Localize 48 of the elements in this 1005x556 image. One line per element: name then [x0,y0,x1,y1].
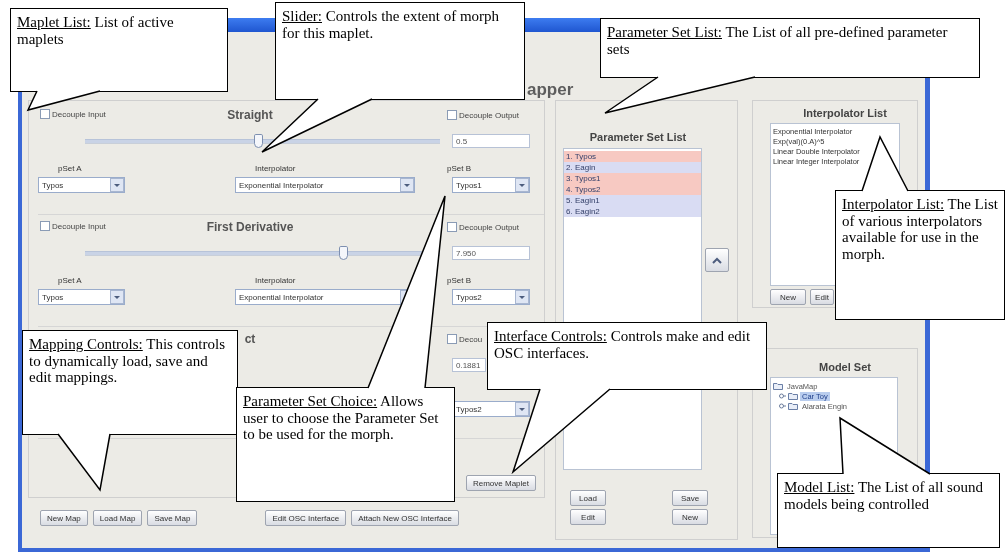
dropdown[interactable]: Exponential Interpolator [235,177,415,193]
list-item[interactable]: 4. Typos2 [564,184,701,195]
toolbar-button[interactable]: Save Map [147,510,198,526]
list-button[interactable]: Edit [570,509,606,525]
callout: Interpolator List: The List of various interpolators available for use in the morph. [835,190,1005,320]
toolbar-button[interactable]: New Map [40,510,88,526]
value-field[interactable]: 0.5 [452,134,530,148]
field-label: pSet B [447,276,471,285]
checkbox[interactable]: Decouple Output [447,110,520,120]
checkbox[interactable]: Decouple Output [447,222,520,232]
dropdown[interactable]: Typos [38,289,125,305]
field-label: pSet B [447,164,471,173]
toolbar-button[interactable]: Edit OSC Interface [265,510,347,526]
field-label: pSet A [58,276,82,285]
list-item[interactable]: 3. Typos1 [564,173,701,184]
checkbox[interactable]: Decou [447,334,483,344]
panel-title: Model Set [818,361,872,373]
list-button[interactable]: New [770,289,806,305]
maplet-title: Straight [227,108,273,122]
value-field[interactable]: 7.950 [452,246,530,260]
remove-maplet-button[interactable]: Remove Maplet [465,475,536,491]
dropdown[interactable]: Typos [38,177,125,193]
callout: Mapping Controls: This controls to dynamically load, save and edit mappings. [22,330,238,435]
list-item[interactable]: 6. Eagin2 [564,206,701,217]
list-item[interactable]: 2. Eagin [564,162,701,173]
list-button[interactable]: Save [672,490,708,506]
dropdown[interactable]: Typos2 [452,401,530,417]
toolbar-button[interactable]: Attach New OSC Interface [351,510,459,526]
field-label: Interpolator [255,164,296,173]
toolbar-button[interactable]: Load Map [92,510,143,526]
panel-title: Interpolator List [802,107,888,119]
dropdown[interactable]: Typos2 [452,289,530,305]
field-label: Interpolator [255,276,296,285]
list-item[interactable]: 1. Typos [564,151,701,162]
dropdown[interactable]: Typos1 [452,177,530,193]
value-field[interactable]: 0.1881 [452,358,486,372]
app-title: apper [527,80,574,99]
list-button[interactable]: New [672,509,708,525]
checkbox[interactable]: Decouple Input [40,109,106,119]
checkbox[interactable]: Decouple Input [40,221,106,231]
list-item[interactable]: 5. Eagin1 [564,195,701,206]
list-button[interactable]: Load [570,490,606,506]
panel-title: Parameter Set List [588,131,688,143]
maplet-title: First Derivative [206,220,294,234]
callout: Parameter Set Choice: Allows user to choose the Parameter Set to be used for the morph. [236,387,455,502]
maplet-title: ct [244,332,256,346]
list-button[interactable]: Edit [810,289,834,305]
field-label: pSet A [58,164,82,173]
